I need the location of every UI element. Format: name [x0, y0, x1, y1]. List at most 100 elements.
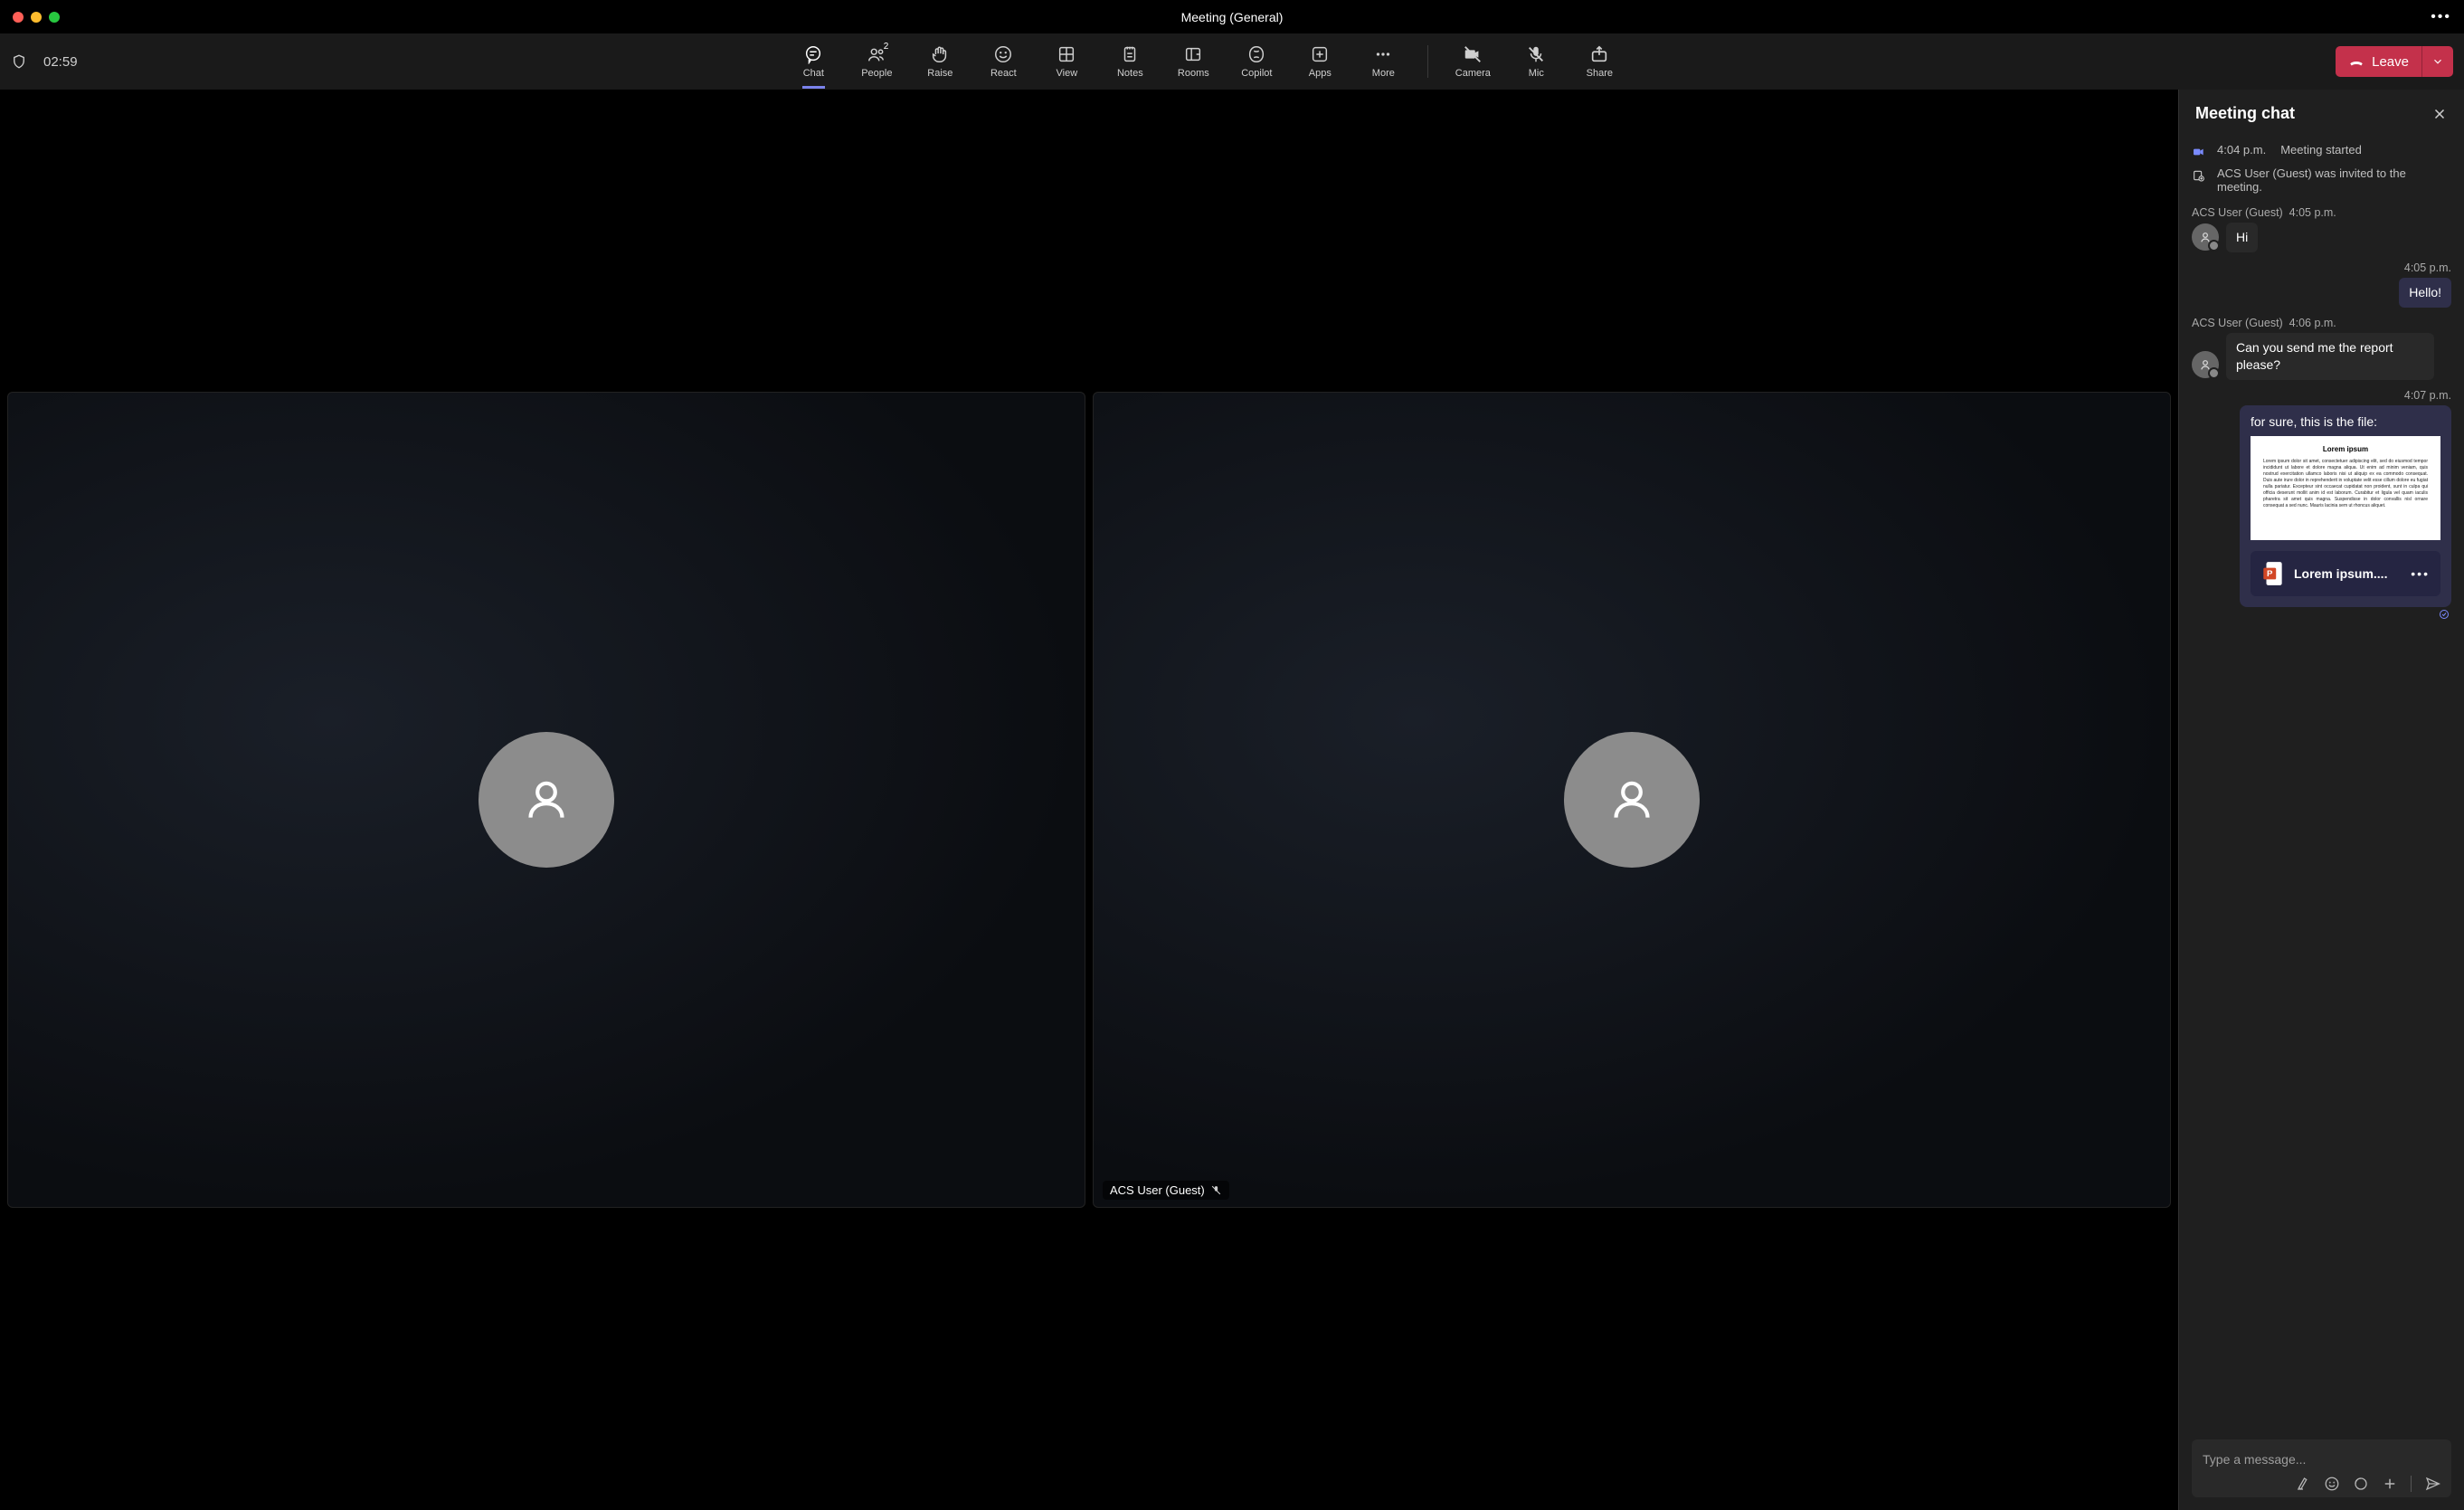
apps-icon: [1310, 44, 1330, 64]
rooms-button[interactable]: Rooms: [1174, 44, 1212, 79]
participant-name: ACS User (Guest): [1110, 1183, 1205, 1197]
mic-off-icon: [1526, 44, 1546, 64]
avatar-icon: [2192, 223, 2219, 251]
svg-text:P: P: [2267, 569, 2273, 579]
react-label: React: [990, 68, 1017, 79]
chat-button[interactable]: Chat: [794, 44, 832, 79]
copilot-icon: [1246, 44, 1266, 64]
message-composer: [2192, 1439, 2451, 1497]
message-bubble[interactable]: Can you send me the report please?: [2226, 333, 2434, 380]
message-header: 4:07 p.m.: [2192, 389, 2451, 402]
message-bubble[interactable]: Hi: [2226, 223, 2258, 252]
people-count: 2: [884, 42, 889, 52]
system-meeting-started: 4:04 p.m. Meeting started: [2192, 139, 2451, 163]
view-button[interactable]: View: [1047, 44, 1085, 79]
mic-button[interactable]: Mic: [1517, 44, 1555, 79]
raise-hand-icon: [930, 44, 950, 64]
avatar-icon: [1564, 732, 1700, 868]
mic-muted-icon: [1210, 1184, 1222, 1196]
close-icon: [2431, 106, 2448, 122]
chat-messages[interactable]: 4:04 p.m. Meeting started ACS User (Gues…: [2179, 134, 2464, 1430]
close-chat-button[interactable]: [2431, 106, 2448, 122]
system-time: 4:04 p.m.: [2217, 143, 2266, 157]
attachment-more-icon[interactable]: •••: [2411, 566, 2430, 581]
leave-dropdown[interactable]: [2421, 46, 2453, 77]
message-row: Hello!: [2192, 278, 2451, 308]
maximize-window-button[interactable]: [49, 12, 60, 23]
react-icon: [993, 44, 1013, 64]
avatar-icon: [2192, 351, 2219, 378]
share-icon: [1589, 44, 1609, 64]
copilot-label: Copilot: [1241, 68, 1272, 79]
minimize-window-button[interactable]: [31, 12, 42, 23]
phone-hangup-icon: [2348, 53, 2364, 70]
system-text: Meeting started: [2280, 143, 2362, 157]
raise-label: Raise: [927, 68, 952, 79]
close-window-button[interactable]: [13, 12, 24, 23]
message-bubble[interactable]: Hello!: [2399, 278, 2451, 308]
message-time: 4:06 p.m.: [2289, 317, 2336, 329]
preview-title: Lorem ipsum: [2323, 445, 2368, 453]
message-header: ACS User (Guest) 4:06 p.m.: [2192, 317, 2451, 329]
loop-icon[interactable]: [2353, 1476, 2369, 1492]
message-time: 4:05 p.m.: [2289, 206, 2336, 219]
notes-button[interactable]: Notes: [1111, 44, 1149, 79]
participant-tile[interactable]: ACS User (Guest): [1093, 392, 2171, 1207]
message-header: 4:05 p.m.: [2192, 261, 2451, 274]
attach-plus-icon[interactable]: [2382, 1476, 2398, 1492]
chat-icon: [803, 44, 823, 64]
message-row: Hi: [2192, 223, 2451, 252]
system-user-invited: ACS User (Guest) was invited to the meet…: [2192, 163, 2451, 197]
powerpoint-file-icon: P: [2261, 560, 2285, 587]
notes-icon: [1120, 44, 1140, 64]
avatar-icon: [479, 732, 614, 868]
person-add-icon: [2192, 168, 2208, 183]
system-text: ACS User (Guest) was invited to the meet…: [2217, 166, 2451, 194]
more-icon: [1373, 44, 1393, 64]
raise-button[interactable]: Raise: [921, 44, 959, 79]
message-row: Can you send me the report please?: [2192, 333, 2451, 380]
chevron-down-icon: [2431, 55, 2444, 68]
attachment-file[interactable]: P Lorem ipsum.... •••: [2251, 551, 2440, 596]
message-author: ACS User (Guest): [2192, 317, 2283, 329]
video-icon: [2192, 145, 2208, 159]
video-stage: ACS User (Guest): [0, 90, 2178, 1510]
camera-label: Camera: [1455, 68, 1491, 79]
rooms-icon: [1183, 44, 1203, 64]
shield-icon[interactable]: [11, 52, 27, 71]
preview-body: Lorem ipsum dolor sit amet, consectetuer…: [2263, 459, 2428, 509]
chat-header: Meeting chat: [2179, 90, 2464, 134]
message-seen-icon: [2192, 609, 2451, 622]
attachment-filename: Lorem ipsum....: [2294, 566, 2402, 581]
chat-title: Meeting chat: [2195, 104, 2295, 123]
react-button[interactable]: React: [984, 44, 1022, 79]
window-controls: [13, 12, 60, 23]
meeting-toolbar: 02:59 Chat 2 People Raise React: [0, 33, 2464, 90]
message-input[interactable]: [2201, 1447, 2442, 1476]
chat-panel: Meeting chat 4:04 p.m. Meeting started A…: [2178, 90, 2464, 1510]
copilot-button[interactable]: Copilot: [1237, 44, 1275, 79]
participant-tile[interactable]: [7, 392, 1085, 1207]
leave-button[interactable]: Leave: [2336, 46, 2421, 77]
people-button[interactable]: 2 People: [858, 44, 896, 79]
camera-off-icon: [1463, 44, 1483, 64]
chat-label: Chat: [803, 68, 824, 79]
more-label: More: [1372, 68, 1395, 79]
attachment-card[interactable]: for sure, this is the file: Lorem ipsum …: [2240, 405, 2451, 607]
window-title: Meeting (General): [0, 10, 2464, 24]
message-header: ACS User (Guest) 4:05 p.m.: [2192, 206, 2451, 219]
message-author: ACS User (Guest): [2192, 206, 2283, 219]
message-time: 4:07 p.m.: [2404, 389, 2451, 402]
send-button[interactable]: [2424, 1476, 2440, 1492]
composer-separator: [2411, 1476, 2412, 1492]
more-options-icon[interactable]: •••: [2431, 9, 2451, 25]
share-button[interactable]: Share: [1580, 44, 1618, 79]
share-label: Share: [1587, 68, 1613, 79]
apps-button[interactable]: Apps: [1301, 44, 1339, 79]
more-button[interactable]: More: [1364, 44, 1402, 79]
emoji-icon[interactable]: [2324, 1476, 2340, 1492]
camera-button[interactable]: Camera: [1454, 44, 1492, 79]
format-icon[interactable]: [2295, 1476, 2311, 1492]
mic-label: Mic: [1529, 68, 1544, 79]
apps-label: Apps: [1309, 68, 1332, 79]
